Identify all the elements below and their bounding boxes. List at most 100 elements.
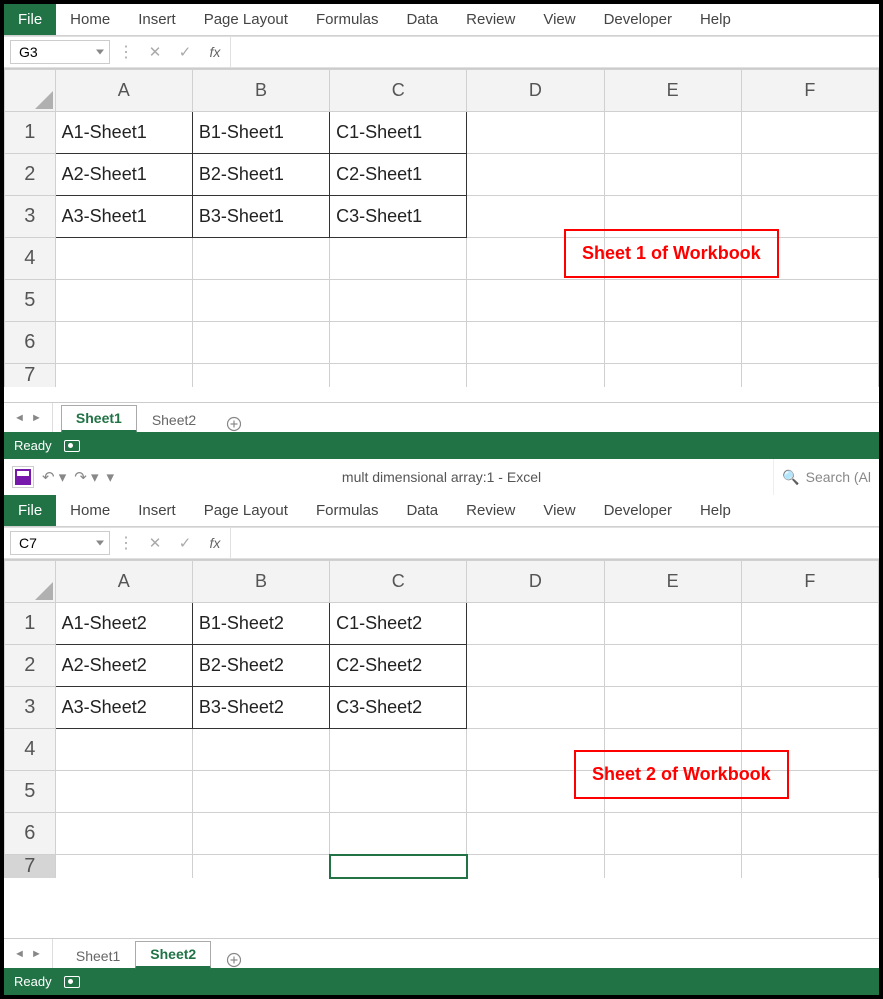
ribbon-tab-page-layout[interactable]: Page Layout	[190, 495, 302, 526]
cell[interactable]	[192, 364, 329, 388]
macro-record-icon[interactable]	[64, 440, 80, 452]
cell[interactable]: C2-Sheet2	[330, 645, 467, 687]
row-header-7[interactable]: 7	[5, 364, 56, 388]
cell[interactable]	[192, 771, 329, 813]
insert-function-icon[interactable]: fx	[200, 37, 230, 67]
cell[interactable]	[55, 322, 192, 364]
col-header-a[interactable]: A	[55, 561, 192, 603]
cell[interactable]	[467, 645, 604, 687]
col-header-f[interactable]: F	[741, 70, 878, 112]
cell[interactable]: C1-Sheet1	[330, 112, 467, 154]
cell[interactable]	[55, 364, 192, 388]
cell[interactable]	[192, 280, 329, 322]
cell[interactable]	[467, 280, 604, 322]
cell[interactable]: A3-Sheet2	[55, 687, 192, 729]
add-sheet-icon[interactable]	[221, 416, 247, 432]
cell[interactable]	[192, 322, 329, 364]
row-header-1[interactable]: 1	[5, 603, 56, 645]
ribbon-tab-review[interactable]: Review	[452, 495, 529, 526]
cell[interactable]	[604, 112, 741, 154]
col-header-e[interactable]: E	[604, 70, 741, 112]
col-header-d[interactable]: D	[467, 70, 604, 112]
ribbon-tab-developer[interactable]: Developer	[590, 4, 686, 35]
redo-button[interactable]: ↷ ▾	[74, 468, 98, 486]
cell[interactable]: A1-Sheet2	[55, 603, 192, 645]
cell[interactable]	[192, 813, 329, 855]
cell[interactable]	[741, 813, 878, 855]
cell[interactable]	[330, 813, 467, 855]
row-header-4[interactable]: 4	[5, 238, 56, 280]
row-header-6[interactable]: 6	[5, 813, 56, 855]
cell[interactable]: C3-Sheet1	[330, 196, 467, 238]
ribbon-tab-home[interactable]: Home	[56, 495, 124, 526]
ribbon-tab-home[interactable]: Home	[56, 4, 124, 35]
row-header-3[interactable]: 3	[5, 687, 56, 729]
ribbon-tab-formulas[interactable]: Formulas	[302, 4, 393, 35]
cell[interactable]	[467, 855, 604, 879]
cell[interactable]	[604, 645, 741, 687]
cell[interactable]	[741, 687, 878, 729]
row-header-2[interactable]: 2	[5, 154, 56, 196]
ribbon-tab-view[interactable]: View	[529, 4, 589, 35]
cell[interactable]: B2-Sheet1	[192, 154, 329, 196]
cell[interactable]	[741, 603, 878, 645]
cell[interactable]: B3-Sheet1	[192, 196, 329, 238]
row-header-4[interactable]: 4	[5, 729, 56, 771]
macro-record-icon[interactable]	[64, 976, 80, 988]
cell[interactable]	[467, 687, 604, 729]
cell[interactable]	[741, 280, 878, 322]
qat-customize-icon[interactable]: ▾	[107, 468, 115, 486]
cell[interactable]: A3-Sheet1	[55, 196, 192, 238]
worksheet-grid[interactable]: A B C D E F 1 A1-Sheet2 B1-Sheet2 C1-She…	[4, 559, 879, 938]
cell[interactable]	[192, 855, 329, 879]
row-header-2[interactable]: 2	[5, 645, 56, 687]
cell[interactable]	[741, 855, 878, 879]
row-header-5[interactable]: 5	[5, 771, 56, 813]
cell[interactable]	[467, 364, 604, 388]
cell[interactable]	[330, 238, 467, 280]
ribbon-tab-review[interactable]: Review	[452, 4, 529, 35]
ribbon-tab-page-layout[interactable]: Page Layout	[190, 4, 302, 35]
cell[interactable]: A2-Sheet1	[55, 154, 192, 196]
enter-formula-icon[interactable]: ✓	[170, 37, 200, 67]
cell[interactable]	[741, 645, 878, 687]
undo-button[interactable]: ↶ ▾	[42, 468, 66, 486]
sheet-nav[interactable]: ◄ ►	[4, 939, 53, 968]
worksheet-grid[interactable]: A B C D E F 1 A1-Sheet1 B1-Sheet1 C1-She…	[4, 68, 879, 402]
cell[interactable]	[192, 238, 329, 280]
select-all-corner[interactable]	[5, 70, 56, 112]
cell[interactable]: B2-Sheet2	[192, 645, 329, 687]
cell[interactable]	[741, 364, 878, 388]
row-header-5[interactable]: 5	[5, 280, 56, 322]
sheet-nav[interactable]: ◄ ►	[4, 403, 53, 432]
ribbon-tab-help[interactable]: Help	[686, 4, 745, 35]
col-header-a[interactable]: A	[55, 70, 192, 112]
row-header-3[interactable]: 3	[5, 196, 56, 238]
cell[interactable]	[330, 771, 467, 813]
ribbon-tab-data[interactable]: Data	[392, 4, 452, 35]
cancel-formula-icon[interactable]: ✕	[140, 37, 170, 67]
formula-input[interactable]	[230, 37, 879, 67]
cancel-formula-icon[interactable]: ✕	[140, 528, 170, 558]
col-header-f[interactable]: F	[741, 561, 878, 603]
ribbon-tab-file[interactable]: File	[4, 495, 56, 526]
cell[interactable]	[55, 855, 192, 879]
name-box[interactable]: C7	[10, 531, 110, 555]
cell[interactable]	[467, 112, 604, 154]
col-header-e[interactable]: E	[604, 561, 741, 603]
cell[interactable]: B1-Sheet1	[192, 112, 329, 154]
formula-input[interactable]	[230, 528, 879, 558]
insert-function-icon[interactable]: fx	[200, 528, 230, 558]
cell[interactable]	[604, 280, 741, 322]
sheet-tab-sheet2[interactable]: Sheet2	[135, 941, 211, 969]
cell[interactable]	[604, 322, 741, 364]
cell[interactable]	[467, 322, 604, 364]
row-header-1[interactable]: 1	[5, 112, 56, 154]
cell[interactable]	[330, 322, 467, 364]
row-header-7[interactable]: 7	[5, 855, 56, 879]
cell[interactable]: A1-Sheet1	[55, 112, 192, 154]
save-button[interactable]	[12, 466, 34, 488]
cell[interactable]	[467, 603, 604, 645]
cell[interactable]: C1-Sheet2	[330, 603, 467, 645]
ribbon-tab-view[interactable]: View	[529, 495, 589, 526]
